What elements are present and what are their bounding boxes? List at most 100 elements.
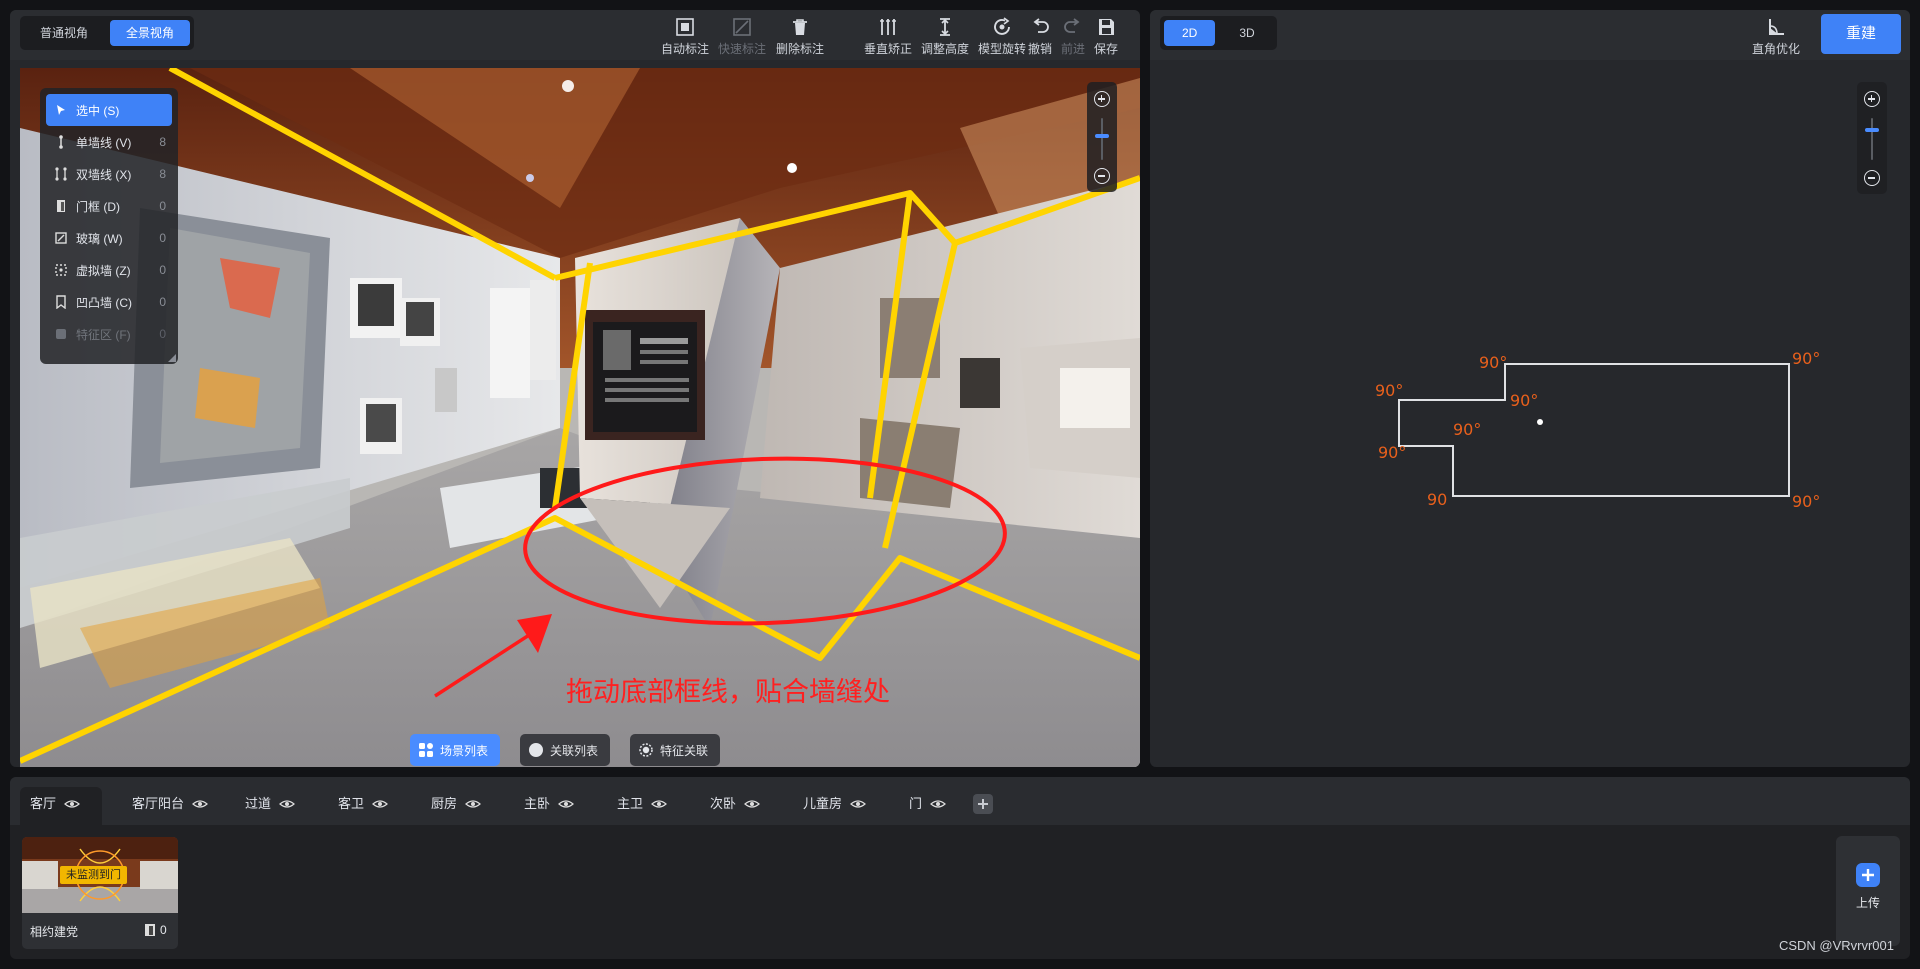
eye-icon[interactable] <box>558 799 574 809</box>
add-room-tab-button[interactable] <box>973 794 993 814</box>
scene-list-label: 场景列表 <box>440 743 489 758</box>
vertical-correct-icon <box>880 19 896 35</box>
adjust-height-button[interactable]: 调整高度 <box>915 14 975 58</box>
resize-corner-icon[interactable] <box>168 354 176 362</box>
room-tab[interactable]: 主卫 <box>607 787 667 825</box>
mode-virtual-wall[interactable]: 虚拟墙 (Z) 0 <box>46 254 172 286</box>
eye-icon[interactable] <box>64 799 80 809</box>
zoom-slider-thumb[interactable] <box>1095 134 1109 138</box>
eye-icon[interactable] <box>744 799 760 809</box>
relation-list-label: 关联列表 <box>550 743 599 758</box>
room-tab[interactable]: 客卫 <box>328 787 388 825</box>
zoom-track[interactable] <box>1101 118 1103 160</box>
rebuild-button[interactable]: 重建 <box>1821 14 1901 54</box>
single-wall-icon <box>54 135 68 149</box>
room-tab[interactable]: 次卧 <box>700 787 760 825</box>
redo-icon <box>1064 18 1080 33</box>
angle-label: 90° <box>1378 443 1407 462</box>
angle-label: 90° <box>1792 349 1821 368</box>
panorama-viewport[interactable] <box>20 68 1140 767</box>
panorama-view-button[interactable]: 全景视角 <box>110 20 191 46</box>
room-tab[interactable]: 门 <box>899 787 946 825</box>
mode-double-wall[interactable]: 双墙线 (X) 8 <box>46 158 172 190</box>
eye-icon[interactable] <box>465 799 481 809</box>
door-icon <box>145 924 155 936</box>
mode-door-frame-count: 0 <box>159 199 166 213</box>
mode-door-frame[interactable]: 门框 (D) 0 <box>46 190 172 222</box>
room-tab-label: 次卧 <box>710 796 737 811</box>
eye-icon[interactable] <box>651 799 667 809</box>
room-tab[interactable]: 客厅阳台 <box>122 787 208 825</box>
floorplan-zoom-in-icon[interactable] <box>1864 91 1880 107</box>
scene-door-count: 0 <box>160 923 167 937</box>
eye-icon[interactable] <box>279 799 295 809</box>
angle-label: 90 <box>1427 490 1448 509</box>
feature-relation-icon <box>639 743 653 757</box>
eye-icon[interactable] <box>850 799 866 809</box>
room-tab[interactable]: 客厅 <box>20 787 102 825</box>
angle-label: 90° <box>1479 353 1508 372</box>
scene-name: 相约建党 <box>30 925 79 939</box>
room-tab-label: 儿童房 <box>803 796 843 811</box>
panorama-zoom-control <box>1087 82 1117 192</box>
mode-virtual-wall-count: 0 <box>159 263 166 277</box>
eye-icon[interactable] <box>192 799 208 809</box>
floorplan-zoom-out-icon[interactable] <box>1864 170 1880 186</box>
watermark: CSDN @VRvrvr001 <box>1778 938 1894 953</box>
room-tab-label: 主卧 <box>524 796 551 811</box>
room-tab[interactable]: 儿童房 <box>793 787 866 825</box>
undo-icon <box>1033 18 1049 33</box>
vertical-correct-button[interactable]: 垂直矫正 <box>858 14 918 58</box>
auto-annotate-label: 自动标注 <box>660 42 709 56</box>
relation-list-button[interactable]: 关联列表 <box>520 734 611 766</box>
mode-concave-wall[interactable]: 凹凸墙 (C) 0 <box>46 286 172 318</box>
feature-relation-label: 特征关联 <box>660 743 709 758</box>
angle-label: 90° <box>1453 420 1482 439</box>
scene-list-button[interactable]: 场景列表 <box>410 734 501 766</box>
upload-plus-icon <box>1856 863 1880 887</box>
room-tab[interactable]: 厨房 <box>421 787 481 825</box>
virtual-wall-icon <box>54 263 68 277</box>
angle-label: 90° <box>1510 391 1539 410</box>
mode-single-wall[interactable]: 单墙线 (V) 8 <box>46 126 172 158</box>
upload-button[interactable]: 上传 <box>1836 836 1900 946</box>
auto-annotate-button[interactable]: 自动标注 <box>655 14 715 58</box>
eye-icon[interactable] <box>930 799 946 809</box>
room-tab[interactable]: 主卧 <box>514 787 574 825</box>
redo-label: 前进 <box>1060 42 1085 56</box>
mode-single-wall-label: 单墙线 (V) <box>76 135 132 150</box>
auto-annotate-icon <box>676 18 694 36</box>
zoom-in-icon[interactable] <box>1094 91 1110 107</box>
mode-double-wall-count: 8 <box>159 167 166 181</box>
concave-wall-icon <box>54 295 68 309</box>
room-tab[interactable]: 过道 <box>235 787 295 825</box>
zoom-out-icon[interactable] <box>1094 168 1110 184</box>
mode-feature-area[interactable]: 特征区 (F) 0 <box>46 318 172 350</box>
floorplan-zoom-thumb[interactable] <box>1865 128 1879 132</box>
quick-annotate-icon <box>733 18 751 36</box>
feature-area-icon <box>54 327 68 341</box>
mode-glass[interactable]: 玻璃 (W) 0 <box>46 222 172 254</box>
save-button[interactable]: 保存 <box>1086 14 1126 58</box>
panorama-editor-panel: 普通视角 全景视角 自动标注 快速标注 删除标注 垂直矫正 调整高度 模型旋转 <box>10 10 1140 767</box>
delete-annotation-button[interactable]: 删除标注 <box>770 14 830 58</box>
quick-annotate-button[interactable]: 快速标注 <box>712 14 772 58</box>
door-icon <box>54 199 68 213</box>
scene-thumbnail-card[interactable]: 未监测到门 相约建党 0 <box>22 837 178 949</box>
view-mode-toggle: 普通视角 全景视角 <box>20 16 195 50</box>
floorplan-angle-labels: 90° 90° 90° 90° 90° 90° 90 90° <box>1150 10 1910 767</box>
mode-select[interactable]: 选中 (S) <box>46 94 172 126</box>
eye-icon[interactable] <box>372 799 388 809</box>
room-tab-label: 主卫 <box>617 796 644 811</box>
adjust-height-label: 调整高度 <box>920 42 969 56</box>
mode-virtual-wall-label: 虚拟墙 (Z) <box>76 263 131 278</box>
delete-icon <box>793 19 807 35</box>
normal-view-button[interactable]: 普通视角 <box>24 20 104 46</box>
mode-concave-wall-count: 0 <box>159 295 166 309</box>
panorama-scene-image <box>20 68 1140 767</box>
angle-label: 90° <box>1375 381 1404 400</box>
floorplan-zoom-track[interactable] <box>1871 118 1873 160</box>
mode-single-wall-count: 8 <box>159 135 166 149</box>
glass-icon <box>54 231 68 245</box>
feature-relation-button[interactable]: 特征关联 <box>630 734 721 766</box>
